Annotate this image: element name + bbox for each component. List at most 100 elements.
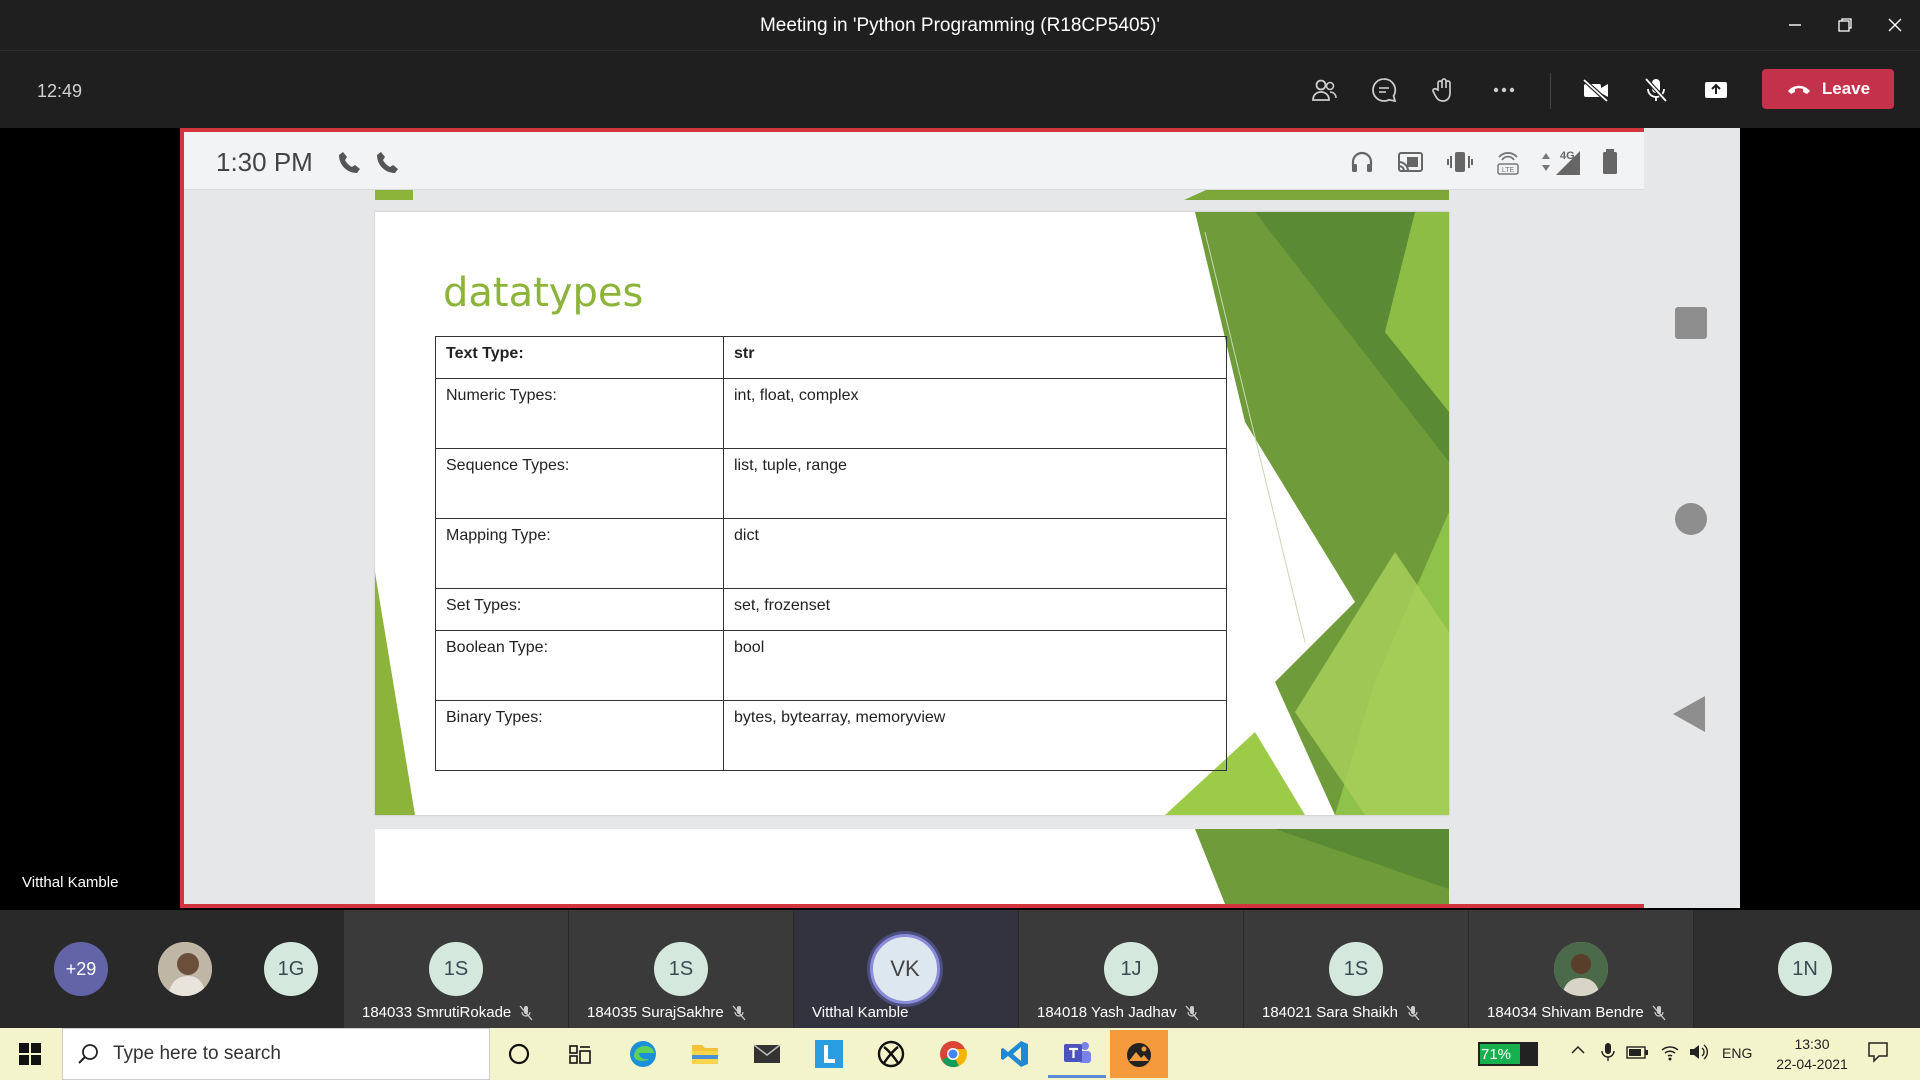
close-button[interactable] — [1870, 0, 1920, 50]
avatar[interactable]: 1G — [264, 942, 318, 996]
people-icon — [1312, 79, 1337, 101]
person-photo-icon — [158, 942, 212, 996]
battery-phone-icon — [1594, 146, 1626, 178]
file-explorer-button[interactable] — [676, 1030, 734, 1078]
xbox-button[interactable] — [862, 1030, 920, 1078]
battery-charging-icon — [1626, 1046, 1648, 1059]
taskbar-search-box[interactable]: Type here to search — [62, 1028, 490, 1080]
avatar: 1S — [429, 942, 483, 996]
table-cell-value: bool — [723, 630, 1227, 701]
folder-icon — [692, 1045, 718, 1064]
person-photo-icon — [1554, 942, 1608, 996]
wifi-icon — [1661, 1046, 1679, 1061]
window-title: Meeting in 'Python Programming (R18CP540… — [759, 15, 1161, 36]
battery-indicator[interactable]: 71% — [1478, 1042, 1538, 1066]
mic-muted-icon — [1652, 1005, 1666, 1020]
phone-time: 1:30 PM — [216, 147, 313, 177]
l-app-button[interactable] — [800, 1030, 858, 1078]
slide-title: datatypes — [443, 270, 644, 316]
table-row: Boolean Type: bool — [435, 630, 1227, 701]
battery-percent: 71% — [1481, 1045, 1512, 1063]
table-cell-value: list, tuple, range — [723, 448, 1227, 519]
mail-button[interactable] — [738, 1030, 796, 1078]
back-button[interactable] — [1673, 696, 1705, 732]
participant-name-label: Vitthal Kamble — [812, 1004, 909, 1021]
avatar: 1S — [1329, 942, 1383, 996]
mic-muted-icon — [732, 1005, 746, 1020]
edge-taskbar-button[interactable] — [614, 1030, 672, 1078]
leave-button[interactable]: Leave — [1762, 69, 1894, 109]
mic-off-icon — [1644, 77, 1668, 103]
chrome-icon — [940, 1041, 967, 1068]
participant-tile[interactable]: 1N — [1694, 910, 1920, 1028]
table-cell-key: Sequence Types: — [435, 448, 724, 519]
participant-name: 184033 SmrutiRokade — [362, 1004, 533, 1021]
battery-tray-button[interactable] — [1626, 1042, 1650, 1065]
teams-taskbar-button[interactable] — [1048, 1030, 1106, 1078]
microphone-tray-button[interactable] — [1600, 1042, 1616, 1065]
table-cell-key: Text Type: — [435, 336, 724, 379]
svg-text:LTE: LTE — [1502, 167, 1515, 174]
show-hidden-icons-button[interactable] — [1570, 1042, 1586, 1061]
task-view-button[interactable] — [552, 1030, 610, 1078]
more-participants-button[interactable]: +29 — [54, 942, 108, 996]
participant-tile[interactable]: 1S 184021 Sara Shaikh — [1244, 910, 1468, 1028]
participant-tile[interactable]: 1S 184033 SmrutiRokade — [344, 910, 568, 1028]
windows-logo-icon — [19, 1043, 41, 1065]
table-cell-key: Set Types: — [435, 588, 724, 631]
participant-tile[interactable]: 184034 Shivam Bendre — [1469, 910, 1693, 1028]
more-icon — [1493, 87, 1515, 93]
avatar[interactable] — [158, 942, 212, 996]
search-icon — [78, 1044, 98, 1064]
participants-button[interactable] — [1302, 68, 1346, 112]
share-screen-button[interactable] — [1694, 68, 1738, 112]
phone-status-bar: 1:30 PM LTE 4G — [184, 132, 1736, 190]
meeting-duration: 12:49 — [37, 81, 83, 101]
recent-apps-button[interactable] — [1675, 307, 1707, 339]
chrome-button[interactable] — [924, 1030, 982, 1078]
reactions-button[interactable] — [1422, 68, 1466, 112]
participant-tile-active-speaker[interactable]: VK Vitthal Kamble — [794, 910, 1018, 1028]
participant-tile[interactable]: 1J 184018 Yash Jadhav — [1019, 910, 1243, 1028]
participant-name: 184034 Shivam Bendre — [1487, 1004, 1666, 1021]
edge-icon — [630, 1041, 656, 1067]
table-row: Text Type: str — [435, 336, 1227, 379]
table-cell-key: Boolean Type: — [435, 630, 724, 701]
volume-tray-button[interactable] — [1688, 1042, 1710, 1065]
taskbar-clock[interactable]: 13:30 22-04-2021 — [1770, 1034, 1854, 1074]
shared-screen: 1:30 PM LTE 4G datatypes Text Type: str … — [180, 128, 1740, 908]
restore-button[interactable] — [1820, 0, 1870, 50]
clock-time: 13:30 — [1794, 1036, 1830, 1052]
participant-name: 184021 Sara Shaikh — [1262, 1004, 1420, 1021]
table-cell-value: bytes, bytearray, memoryview — [723, 700, 1227, 771]
participant-name: 184018 Yash Jadhav — [1037, 1004, 1199, 1021]
home-button[interactable] — [1675, 503, 1707, 535]
signal-icon: 4G — [1536, 146, 1596, 178]
cortana-button[interactable] — [490, 1030, 548, 1078]
mic-toggle-button[interactable] — [1634, 68, 1678, 112]
chat-icon — [1372, 78, 1397, 103]
more-actions-button[interactable] — [1482, 68, 1526, 112]
vscode-button[interactable] — [986, 1030, 1044, 1078]
wifi-tray-button[interactable] — [1660, 1042, 1680, 1065]
start-button[interactable] — [10, 1038, 50, 1070]
input-language[interactable]: ENG — [1722, 1045, 1752, 1061]
presenter-name: Vitthal Kamble — [22, 874, 119, 891]
table-cell-value: dict — [723, 518, 1227, 589]
minimize-button[interactable] — [1770, 0, 1820, 50]
prev-slide-strip — [375, 190, 1449, 200]
participant-name-label: 184021 Sara Shaikh — [1262, 1004, 1398, 1021]
notifications-button[interactable] — [1866, 1040, 1890, 1067]
table-row: Binary Types: bytes, bytearray, memoryvi… — [435, 700, 1227, 771]
mail-icon — [753, 1044, 781, 1063]
camera-toggle-button[interactable] — [1574, 68, 1618, 112]
presenter-app-button[interactable] — [1110, 1030, 1168, 1078]
leave-label: Leave — [1821, 79, 1871, 98]
chat-button[interactable] — [1362, 68, 1406, 112]
participant-tile[interactable]: 1S 184035 SurajSakhre — [569, 910, 793, 1028]
screen-mirror-icon — [1127, 1043, 1151, 1067]
speaker-icon — [1690, 1044, 1708, 1060]
presentation-slide: datatypes Text Type: str Numeric Types: … — [375, 212, 1449, 815]
datatypes-table: Text Type: str Numeric Types: int, float… — [435, 336, 1227, 771]
hang-up-icon — [1787, 85, 1810, 94]
